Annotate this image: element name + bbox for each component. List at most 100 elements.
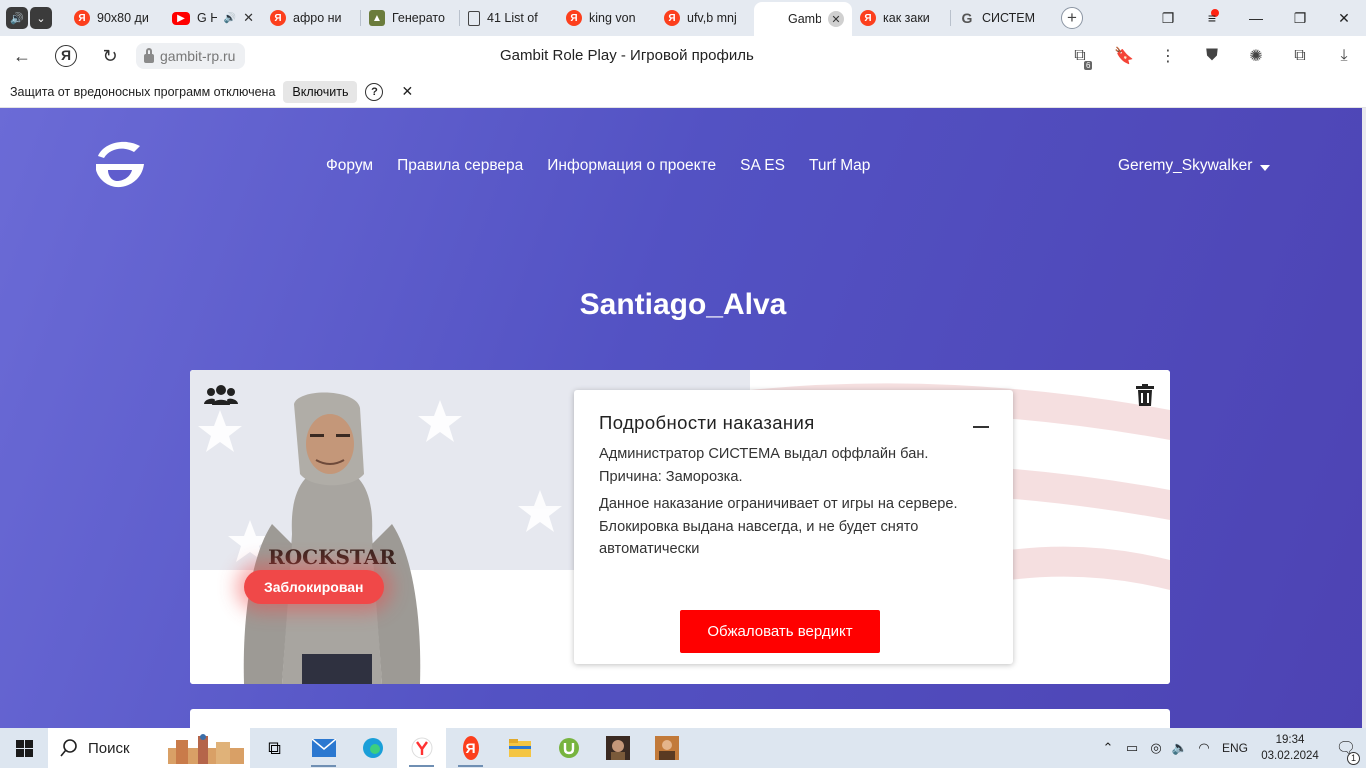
tab-title: как заки [883, 11, 930, 25]
tab-title: Генерато [392, 11, 445, 25]
close-icon[interactable]: ✕ [243, 10, 254, 26]
tab-7[interactable]: Я ufv,b mnj [656, 3, 754, 33]
nav-sa-es[interactable]: SA ES [740, 157, 785, 175]
trash-icon[interactable] [1136, 384, 1154, 406]
search-icon [60, 739, 77, 757]
collections-icon[interactable]: ❐ [1146, 10, 1190, 27]
menu-icon[interactable]: ≡ [1190, 10, 1234, 26]
lock-icon [144, 47, 154, 63]
audio-playing-icon[interactable]: 🔊 [6, 7, 28, 29]
game-app-icon-2[interactable] [642, 728, 691, 768]
extension-bug-icon[interactable]: ✺ [1234, 46, 1278, 66]
notification-center-button[interactable]: 🗨 1 [1326, 738, 1366, 765]
username: Geremy_Skywalker [1118, 157, 1253, 174]
browser-tab-strip: 🔊 ⌄ Я 90x80 ди ▶ G H 🔊 ✕ Я афро ни ▲ Ген… [0, 0, 1366, 36]
tab-active-gambit[interactable]: Gamb ✕ [754, 2, 852, 36]
task-view-icon[interactable]: ⧉ [250, 728, 299, 768]
tab-6[interactable]: Я king von [558, 3, 656, 33]
system-tray: ⌃ ▭ ◎ 🔈 ◠ ENG 19:34 03.02.2024 🗨 1 [1096, 728, 1366, 768]
close-icon[interactable]: ✕ [828, 11, 844, 27]
player-name: Santiago_Alva [579, 288, 787, 321]
clock[interactable]: 19:34 03.02.2024 [1254, 732, 1326, 764]
url-field[interactable]: gambit-rp.ru [136, 43, 246, 69]
download-icon[interactable]: ⤓ [1322, 47, 1366, 65]
help-icon[interactable]: ? [365, 82, 384, 101]
caret-down-icon [1260, 165, 1271, 171]
player-skin-image: ROCKSTAR [243, 392, 421, 684]
tab-1[interactable]: Я 90x80 ди [66, 3, 164, 33]
nav-project-info[interactable]: Информация о проекте [547, 157, 716, 175]
battery-icon[interactable]: ▭ [1120, 740, 1144, 756]
tab-title: 41 List of [487, 11, 538, 25]
collections-icon[interactable]: ⧉ [1278, 47, 1322, 65]
webcam-icon[interactable]: ◎ [1144, 740, 1168, 756]
tab-9[interactable]: Я как заки [852, 3, 950, 33]
tab-5[interactable]: 41 List of [460, 3, 558, 33]
tab-title: Gamb [788, 12, 821, 26]
game-app-icon[interactable] [593, 728, 642, 768]
volume-icon[interactable]: 🔈 [1168, 740, 1192, 756]
svg-text:ROCKSTAR: ROCKSTAR [268, 545, 396, 569]
yandex-icon: Я [860, 10, 876, 26]
nav-server-rules[interactable]: Правила сервера [397, 157, 523, 175]
tab-title: 90x80 ди [97, 11, 149, 25]
protect-shield-icon[interactable]: ⛊ [1190, 47, 1234, 65]
url-text: gambit-rp.ru [160, 48, 236, 64]
tab-title: ufv,b mnj [687, 11, 737, 25]
yandex-browser-taskbar-icon[interactable] [397, 728, 446, 768]
back-icon[interactable]: ← [0, 46, 44, 67]
restore-icon[interactable]: ❐ [1278, 10, 1322, 27]
reload-icon[interactable]: ↻ [88, 46, 132, 67]
tab-2[interactable]: ▶ G H 🔊 ✕ [164, 3, 262, 33]
tab-audio-icon[interactable]: 🔊 [224, 13, 236, 24]
file-explorer-icon[interactable] [495, 728, 544, 768]
translate-icon[interactable]: ⧉ 6 [1058, 47, 1102, 70]
taskbar-search[interactable]: Поиск [48, 728, 250, 768]
punishment-admin-line: Администратор СИСТЕМА выдал оффлайн бан. [599, 446, 929, 462]
utorrent-icon[interactable] [544, 728, 593, 768]
more-icon[interactable]: ⋮ [1146, 46, 1190, 66]
tabs-menu-chevron-icon[interactable]: ⌄ [30, 7, 52, 29]
appeal-verdict-button[interactable]: Обжаловать вердикт [680, 610, 880, 653]
new-tab-button[interactable]: + [1061, 7, 1083, 29]
nav-forum[interactable]: Форум [326, 157, 373, 175]
tab-title: афро ни [293, 11, 342, 25]
tab-3[interactable]: Я афро ни [262, 3, 360, 33]
tab-10[interactable]: G СИСТЕМ [951, 3, 1049, 33]
start-button[interactable] [0, 739, 48, 757]
gambit-profile-page: Форум Правила сервера Информация о проек… [0, 108, 1366, 728]
tab-title: СИСТЕМ [982, 11, 1036, 25]
nav-turf-map[interactable]: Turf Map [809, 157, 870, 175]
search-label: Поиск [88, 739, 130, 757]
protection-message: Защита от вредоносных программ отключена [10, 84, 276, 99]
minimize-icon[interactable]: — [1234, 10, 1278, 26]
enable-protection-button[interactable]: Включить [283, 80, 358, 103]
status-badge: Заблокирован [244, 570, 384, 604]
close-window-icon[interactable]: ✕ [1322, 10, 1366, 27]
yandex-home-icon[interactable]: Я [44, 45, 88, 67]
language-indicator[interactable]: ENG [1216, 741, 1254, 755]
gambit-logo[interactable] [90, 136, 148, 190]
wifi-icon[interactable]: ◠ [1192, 740, 1216, 756]
yandex-icon: Я [566, 10, 582, 26]
user-menu[interactable]: Geremy_Skywalker [1118, 157, 1271, 175]
tab-4[interactable]: ▲ Генерато [361, 3, 459, 33]
edge-browser-icon[interactable] [348, 728, 397, 768]
yandex-icon: Я [664, 10, 680, 26]
youtube-icon: ▶ [172, 11, 190, 25]
address-bar: ← Я ↻ gambit-rp.ru Gambit Role Play - Иг… [0, 36, 1366, 76]
search-highlight-image [168, 734, 244, 764]
secondary-card [190, 709, 1170, 728]
clock-time: 19:34 [1275, 734, 1305, 746]
bookmark-icon[interactable]: 🔖 [1102, 46, 1146, 66]
yandex-taskbar-icon[interactable]: Я [446, 728, 495, 768]
page-scrollbar[interactable] [1362, 108, 1366, 728]
close-icon[interactable]: ✕ [401, 83, 413, 100]
windows-taskbar: Поиск ⧉ Я ⌃ ▭ ◎ 🔈 ◠ ENG 19:34 03.02.2024… [0, 728, 1366, 768]
page-title-label: Gambit Role Play - Игровой профиль [500, 47, 754, 64]
collapse-icon[interactable] [973, 426, 989, 428]
chevron-up-icon[interactable]: ⌃ [1096, 740, 1120, 756]
profile-card: ROCKSTAR Заблокирован Подробности наказа… [190, 370, 1170, 684]
mail-app-icon[interactable] [299, 728, 348, 768]
protection-warning-bar: Защита от вредоносных программ отключена… [0, 76, 1366, 108]
